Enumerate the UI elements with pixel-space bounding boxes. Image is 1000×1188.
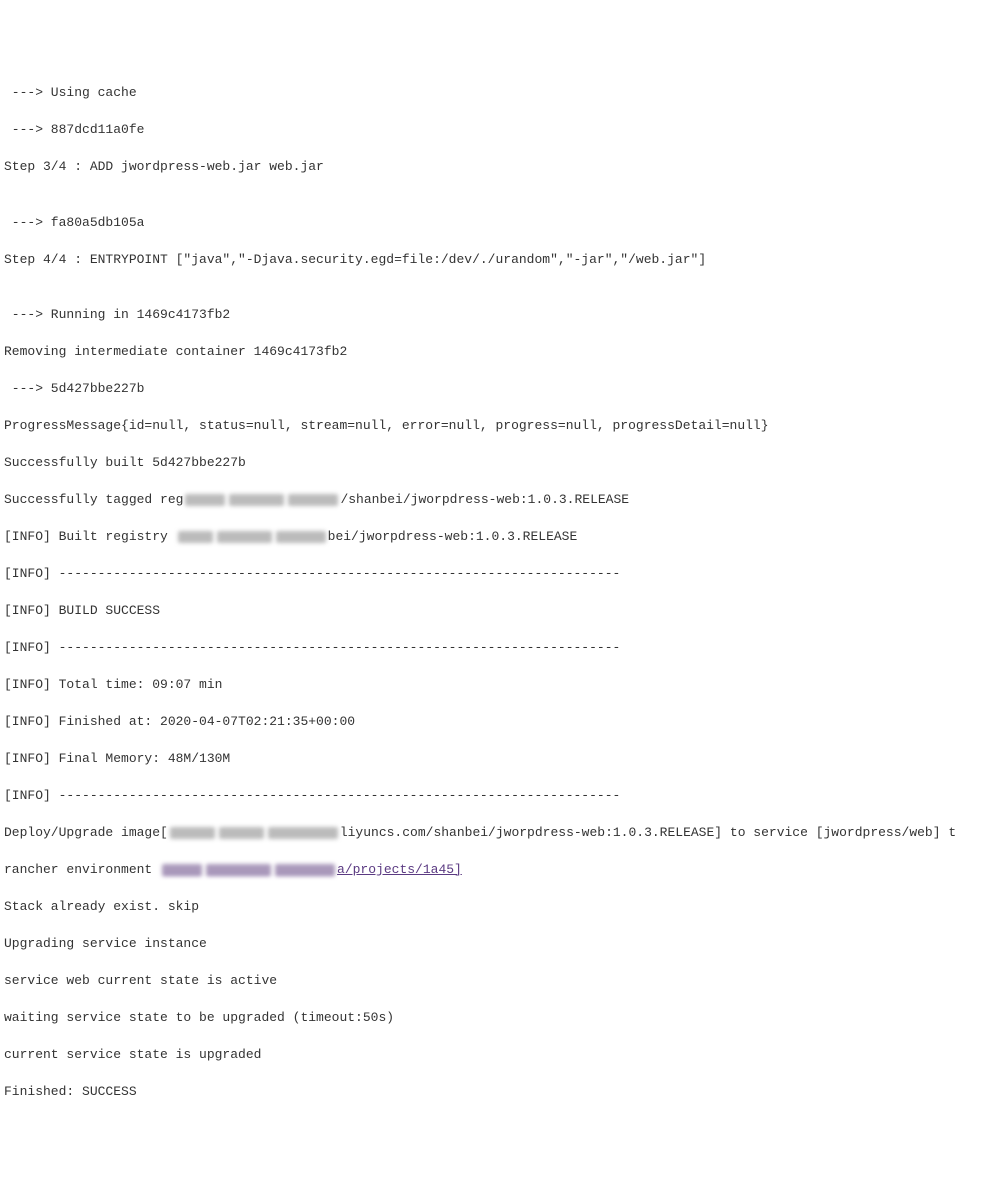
log-line-sep3: [INFO] ---------------------------------… xyxy=(4,787,996,806)
redacted-block xyxy=(170,827,215,839)
redacted-block xyxy=(288,494,338,506)
log-line-hash3: ---> 5d427bbe227b xyxy=(4,380,996,399)
log-line-registry: [INFO] Built registry bei/jworpdress-web… xyxy=(4,528,996,547)
redacted-link-block xyxy=(206,864,271,876)
rancher-env-link[interactable]: a/projects/1a45] xyxy=(160,862,462,877)
log-line-stack: Stack already exist. skip xyxy=(4,898,996,917)
log-text: liyuncs.com/shanbei/jworpdress-web:1.0.3… xyxy=(340,825,956,840)
redacted-block xyxy=(219,827,264,839)
redacted-block xyxy=(276,531,326,543)
log-line-totaltime: [INFO] Total time: 09:07 min xyxy=(4,676,996,695)
redacted-block xyxy=(229,494,284,506)
log-line-waiting: waiting service state to be upgraded (ti… xyxy=(4,1009,996,1028)
log-line-running: ---> Running in 1469c4173fb2 xyxy=(4,306,996,325)
log-line-buildsuccess: [INFO] BUILD SUCCESS xyxy=(4,602,996,621)
log-line-hash2: ---> fa80a5db105a xyxy=(4,214,996,233)
log-text: bei/jworpdress-web:1.0.3.RELEASE xyxy=(328,529,578,544)
log-line-deploy: Deploy/Upgrade image[ liyuncs.com/shanbei… xyxy=(4,824,996,843)
log-text: Deploy/Upgrade image[ xyxy=(4,825,168,840)
log-line-rancher: rancher environment a/projects/1a45] xyxy=(4,861,996,880)
log-line-upgrading: Upgrading service instance xyxy=(4,935,996,954)
log-line-memory: [INFO] Final Memory: 48M/130M xyxy=(4,750,996,769)
log-line-active: service web current state is active xyxy=(4,972,996,991)
redacted-block xyxy=(178,531,213,543)
redacted-block xyxy=(268,827,338,839)
log-line-step3: Step 3/4 : ADD jwordpress-web.jar web.ja… xyxy=(4,158,996,177)
log-line-hash: ---> 887dcd11a0fe xyxy=(4,121,996,140)
log-line-finished: [INFO] Finished at: 2020-04-07T02:21:35+… xyxy=(4,713,996,732)
log-line-built: Successfully built 5d427bbe227b xyxy=(4,454,996,473)
log-line-step4: Step 4/4 : ENTRYPOINT ["java","-Djava.se… xyxy=(4,251,996,270)
log-line-sep: [INFO] ---------------------------------… xyxy=(4,565,996,584)
log-text: Successfully tagged reg xyxy=(4,492,183,507)
redacted-block xyxy=(217,531,272,543)
redacted-block xyxy=(185,494,225,506)
log-text: /shanbei/jworpdress-web:1.0.3.RELEASE xyxy=(340,492,629,507)
link-text: a/projects/1a45] xyxy=(337,862,462,877)
log-line-progress: ProgressMessage{id=null, status=null, st… xyxy=(4,417,996,436)
log-line-cache: ---> Using cache xyxy=(4,84,996,103)
log-line-sep2: [INFO] ---------------------------------… xyxy=(4,639,996,658)
log-text: rancher environment xyxy=(4,862,160,877)
log-line-success: Finished: SUCCESS xyxy=(4,1083,996,1102)
log-line-removing: Removing intermediate container 1469c417… xyxy=(4,343,996,362)
log-text: [INFO] Built registry xyxy=(4,529,176,544)
redacted-link-block xyxy=(162,864,202,876)
log-line-upgraded: current service state is upgraded xyxy=(4,1046,996,1065)
redacted-link-block xyxy=(275,864,335,876)
log-line-tagged: Successfully tagged reg/shanbei/jworpdre… xyxy=(4,491,996,510)
